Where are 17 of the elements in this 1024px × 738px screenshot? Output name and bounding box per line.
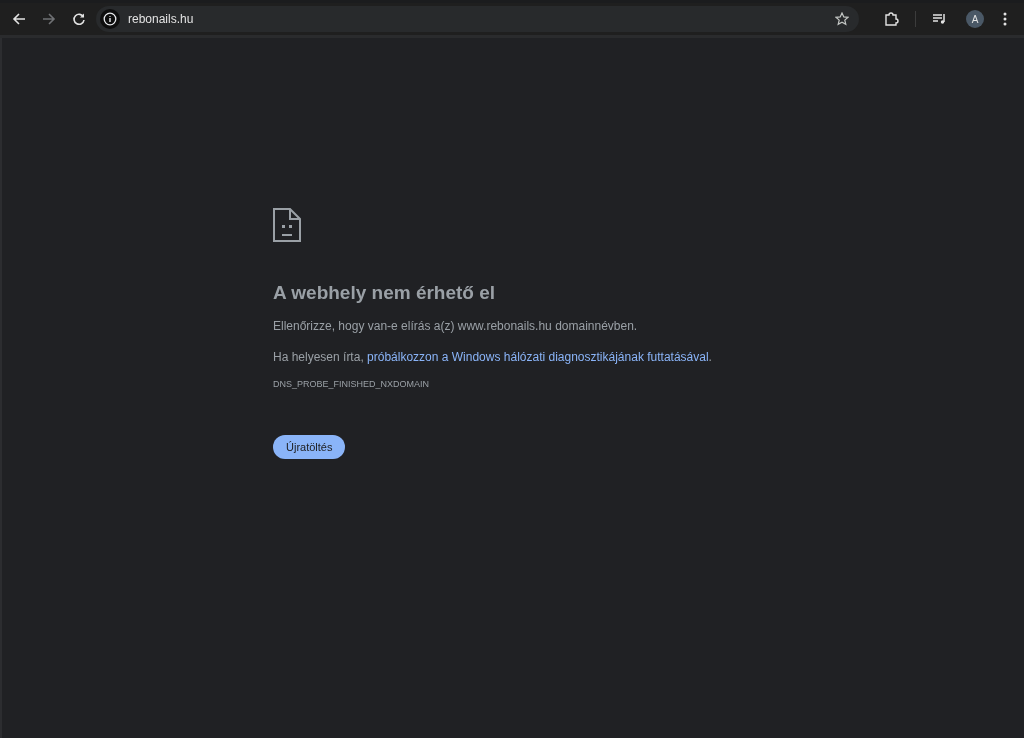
info-icon[interactable] [100, 9, 120, 29]
error-title: A webhely nem érhető el [273, 282, 497, 304]
error-suggestion: Ha helyesen írta, próbálkozzon a Windows hálózati diagnosztikájának futtatásával. [273, 350, 713, 364]
reload-icon[interactable] [72, 12, 86, 26]
back-arrow-icon[interactable] [12, 12, 26, 26]
sad-page-icon [273, 208, 301, 242]
error-code: DNS_PROBE_FINISHED_NXDOMAIN [273, 379, 431, 389]
address-bar[interactable]: rebonails.hu [96, 6, 859, 32]
diagnostics-link[interactable]: próbálkozzon a Windows hálózati diagnosztikájának futtatásával [367, 350, 709, 364]
url-text: rebonails.hu [128, 12, 195, 26]
error-message: Ellenőrizze, hogy van-e elírás a(z) www.rebonails.hu domainnévben. [273, 319, 639, 333]
menu-icon[interactable] [1002, 11, 1008, 27]
reload-page-button[interactable]: Újratöltés [273, 435, 346, 459]
bookmark-star-icon[interactable] [835, 12, 849, 26]
media-queue-icon[interactable] [932, 11, 948, 27]
puzzle-piece-icon[interactable] [883, 11, 899, 27]
profile-avatar[interactable]: A [966, 10, 984, 28]
